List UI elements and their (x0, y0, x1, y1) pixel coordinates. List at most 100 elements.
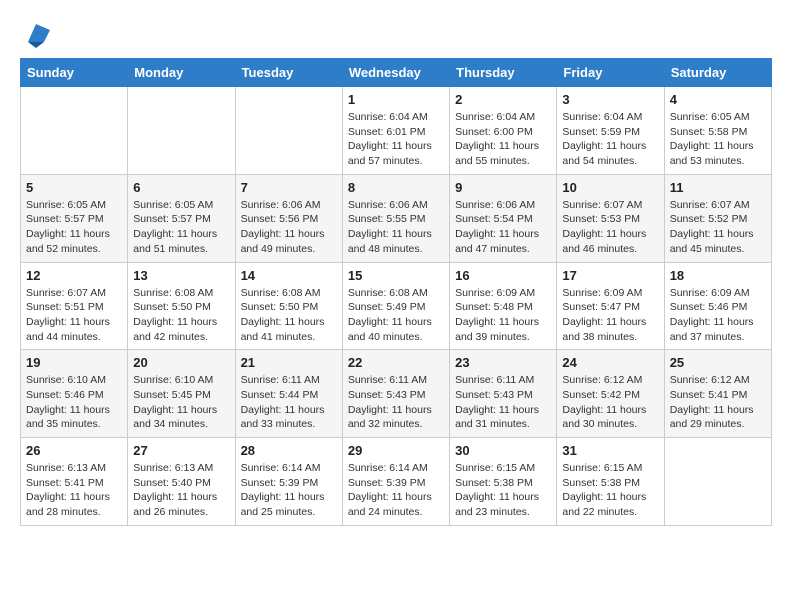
calendar-day-cell: 21 Sunrise: 6:11 AM Sunset: 5:44 PM Dayli… (235, 350, 342, 438)
logo-icon (22, 20, 50, 48)
calendar-day-cell: 13 Sunrise: 6:08 AM Sunset: 5:50 PM Dayli… (128, 262, 235, 350)
column-header-thursday: Thursday (450, 59, 557, 87)
day-info: Sunrise: 6:09 AM Sunset: 5:48 PM Dayligh… (455, 286, 551, 345)
day-number: 27 (133, 443, 229, 458)
calendar-week-row: 12 Sunrise: 6:07 AM Sunset: 5:51 PM Dayli… (21, 262, 772, 350)
calendar-week-row: 19 Sunrise: 6:10 AM Sunset: 5:46 PM Dayli… (21, 350, 772, 438)
day-number: 25 (670, 355, 766, 370)
day-info: Sunrise: 6:07 AM Sunset: 5:52 PM Dayligh… (670, 198, 766, 257)
calendar-day-cell: 23Sunrise: 6:11 AM Sunset: 5:43 PM Dayli… (450, 350, 557, 438)
day-info: Sunrise: 6:06 AM Sunset: 5:54 PM Dayligh… (455, 198, 551, 257)
column-header-tuesday: Tuesday (235, 59, 342, 87)
column-header-sunday: Sunday (21, 59, 128, 87)
calendar-day-cell: 29Sunrise: 6:14 AM Sunset: 5:39 PM Dayli… (342, 438, 449, 526)
calendar-empty-cell (235, 87, 342, 175)
calendar-week-row: 5 Sunrise: 6:05 AM Sunset: 5:57 PM Daylig… (21, 174, 772, 262)
day-info: Sunrise: 6:04 AM Sunset: 6:01 PM Dayligh… (348, 110, 444, 169)
day-number: 10 (562, 180, 658, 195)
column-header-wednesday: Wednesday (342, 59, 449, 87)
page-header (20, 20, 772, 48)
day-info: Sunrise: 6:05 AM Sunset: 5:57 PM Dayligh… (26, 198, 122, 257)
calendar-header-row: SundayMondayTuesdayWednesdayThursdayFrid… (21, 59, 772, 87)
calendar-day-cell: 19 Sunrise: 6:10 AM Sunset: 5:46 PM Dayli… (21, 350, 128, 438)
calendar-day-cell: 20Sunrise: 6:10 AM Sunset: 5:45 PM Dayli… (128, 350, 235, 438)
day-info: Sunrise: 6:13 AM Sunset: 5:40 PM Dayligh… (133, 461, 229, 520)
calendar-day-cell: 9 Sunrise: 6:06 AM Sunset: 5:54 PM Daylig… (450, 174, 557, 262)
calendar-empty-cell (128, 87, 235, 175)
day-number: 19 (26, 355, 122, 370)
day-info: Sunrise: 6:12 AM Sunset: 5:41 PM Dayligh… (670, 373, 766, 432)
day-info: Sunrise: 6:07 AM Sunset: 5:51 PM Dayligh… (26, 286, 122, 345)
day-number: 7 (241, 180, 337, 195)
calendar-day-cell: 3Sunrise: 6:04 AM Sunset: 5:59 PM Daylig… (557, 87, 664, 175)
calendar-day-cell: 11 Sunrise: 6:07 AM Sunset: 5:52 PM Dayli… (664, 174, 771, 262)
day-number: 21 (241, 355, 337, 370)
day-number: 15 (348, 268, 444, 283)
day-info: Sunrise: 6:08 AM Sunset: 5:49 PM Dayligh… (348, 286, 444, 345)
day-number: 24 (562, 355, 658, 370)
day-number: 23 (455, 355, 551, 370)
day-info: Sunrise: 6:09 AM Sunset: 5:47 PM Dayligh… (562, 286, 658, 345)
day-number: 28 (241, 443, 337, 458)
column-header-monday: Monday (128, 59, 235, 87)
calendar-day-cell: 8Sunrise: 6:06 AM Sunset: 5:55 PM Daylig… (342, 174, 449, 262)
calendar-day-cell: 2Sunrise: 6:04 AM Sunset: 6:00 PM Daylig… (450, 87, 557, 175)
calendar-day-cell: 31 Sunrise: 6:15 AM Sunset: 5:38 PM Dayli… (557, 438, 664, 526)
calendar-day-cell: 17Sunrise: 6:09 AM Sunset: 5:47 PM Dayli… (557, 262, 664, 350)
day-info: Sunrise: 6:14 AM Sunset: 5:39 PM Dayligh… (348, 461, 444, 520)
calendar-day-cell: 18 Sunrise: 6:09 AM Sunset: 5:46 PM Dayli… (664, 262, 771, 350)
day-number: 26 (26, 443, 122, 458)
day-number: 12 (26, 268, 122, 283)
day-number: 5 (26, 180, 122, 195)
day-info: Sunrise: 6:08 AM Sunset: 5:50 PM Dayligh… (241, 286, 337, 345)
day-info: Sunrise: 6:11 AM Sunset: 5:44 PM Dayligh… (241, 373, 337, 432)
calendar-day-cell: 5 Sunrise: 6:05 AM Sunset: 5:57 PM Daylig… (21, 174, 128, 262)
day-info: Sunrise: 6:09 AM Sunset: 5:46 PM Dayligh… (670, 286, 766, 345)
calendar-day-cell: 16 Sunrise: 6:09 AM Sunset: 5:48 PM Dayli… (450, 262, 557, 350)
day-number: 13 (133, 268, 229, 283)
day-info: Sunrise: 6:12 AM Sunset: 5:42 PM Dayligh… (562, 373, 658, 432)
calendar-day-cell: 15 Sunrise: 6:08 AM Sunset: 5:49 PM Dayli… (342, 262, 449, 350)
day-number: 8 (348, 180, 444, 195)
day-number: 20 (133, 355, 229, 370)
calendar-day-cell: 7Sunrise: 6:06 AM Sunset: 5:56 PM Daylig… (235, 174, 342, 262)
day-number: 3 (562, 92, 658, 107)
calendar-day-cell: 1 Sunrise: 6:04 AM Sunset: 6:01 PM Daylig… (342, 87, 449, 175)
day-number: 1 (348, 92, 444, 107)
day-info: Sunrise: 6:14 AM Sunset: 5:39 PM Dayligh… (241, 461, 337, 520)
day-info: Sunrise: 6:07 AM Sunset: 5:53 PM Dayligh… (562, 198, 658, 257)
day-number: 2 (455, 92, 551, 107)
calendar-day-cell: 6 Sunrise: 6:05 AM Sunset: 5:57 PM Daylig… (128, 174, 235, 262)
day-number: 9 (455, 180, 551, 195)
day-number: 11 (670, 180, 766, 195)
day-number: 6 (133, 180, 229, 195)
logo (20, 20, 50, 48)
day-number: 22 (348, 355, 444, 370)
column-header-saturday: Saturday (664, 59, 771, 87)
calendar-day-cell: 24 Sunrise: 6:12 AM Sunset: 5:42 PM Dayli… (557, 350, 664, 438)
day-number: 18 (670, 268, 766, 283)
calendar-day-cell: 26 Sunrise: 6:13 AM Sunset: 5:41 PM Dayli… (21, 438, 128, 526)
day-info: Sunrise: 6:15 AM Sunset: 5:38 PM Dayligh… (562, 461, 658, 520)
calendar-day-cell: 10 Sunrise: 6:07 AM Sunset: 5:53 PM Dayli… (557, 174, 664, 262)
calendar-empty-cell (664, 438, 771, 526)
calendar-day-cell: 28 Sunrise: 6:14 AM Sunset: 5:39 PM Dayli… (235, 438, 342, 526)
calendar-day-cell: 22Sunrise: 6:11 AM Sunset: 5:43 PM Dayli… (342, 350, 449, 438)
day-info: Sunrise: 6:10 AM Sunset: 5:46 PM Dayligh… (26, 373, 122, 432)
calendar-week-row: 1 Sunrise: 6:04 AM Sunset: 6:01 PM Daylig… (21, 87, 772, 175)
day-info: Sunrise: 6:08 AM Sunset: 5:50 PM Dayligh… (133, 286, 229, 345)
day-number: 4 (670, 92, 766, 107)
day-info: Sunrise: 6:15 AM Sunset: 5:38 PM Dayligh… (455, 461, 551, 520)
day-info: Sunrise: 6:05 AM Sunset: 5:57 PM Dayligh… (133, 198, 229, 257)
calendar-table: SundayMondayTuesdayWednesdayThursdayFrid… (20, 58, 772, 526)
day-number: 31 (562, 443, 658, 458)
column-header-friday: Friday (557, 59, 664, 87)
day-number: 14 (241, 268, 337, 283)
calendar-day-cell: 30Sunrise: 6:15 AM Sunset: 5:38 PM Dayli… (450, 438, 557, 526)
calendar-day-cell: 4Sunrise: 6:05 AM Sunset: 5:58 PM Daylig… (664, 87, 771, 175)
day-info: Sunrise: 6:13 AM Sunset: 5:41 PM Dayligh… (26, 461, 122, 520)
day-number: 16 (455, 268, 551, 283)
calendar-day-cell: 12 Sunrise: 6:07 AM Sunset: 5:51 PM Dayli… (21, 262, 128, 350)
calendar-week-row: 26 Sunrise: 6:13 AM Sunset: 5:41 PM Dayli… (21, 438, 772, 526)
calendar-day-cell: 27 Sunrise: 6:13 AM Sunset: 5:40 PM Dayli… (128, 438, 235, 526)
